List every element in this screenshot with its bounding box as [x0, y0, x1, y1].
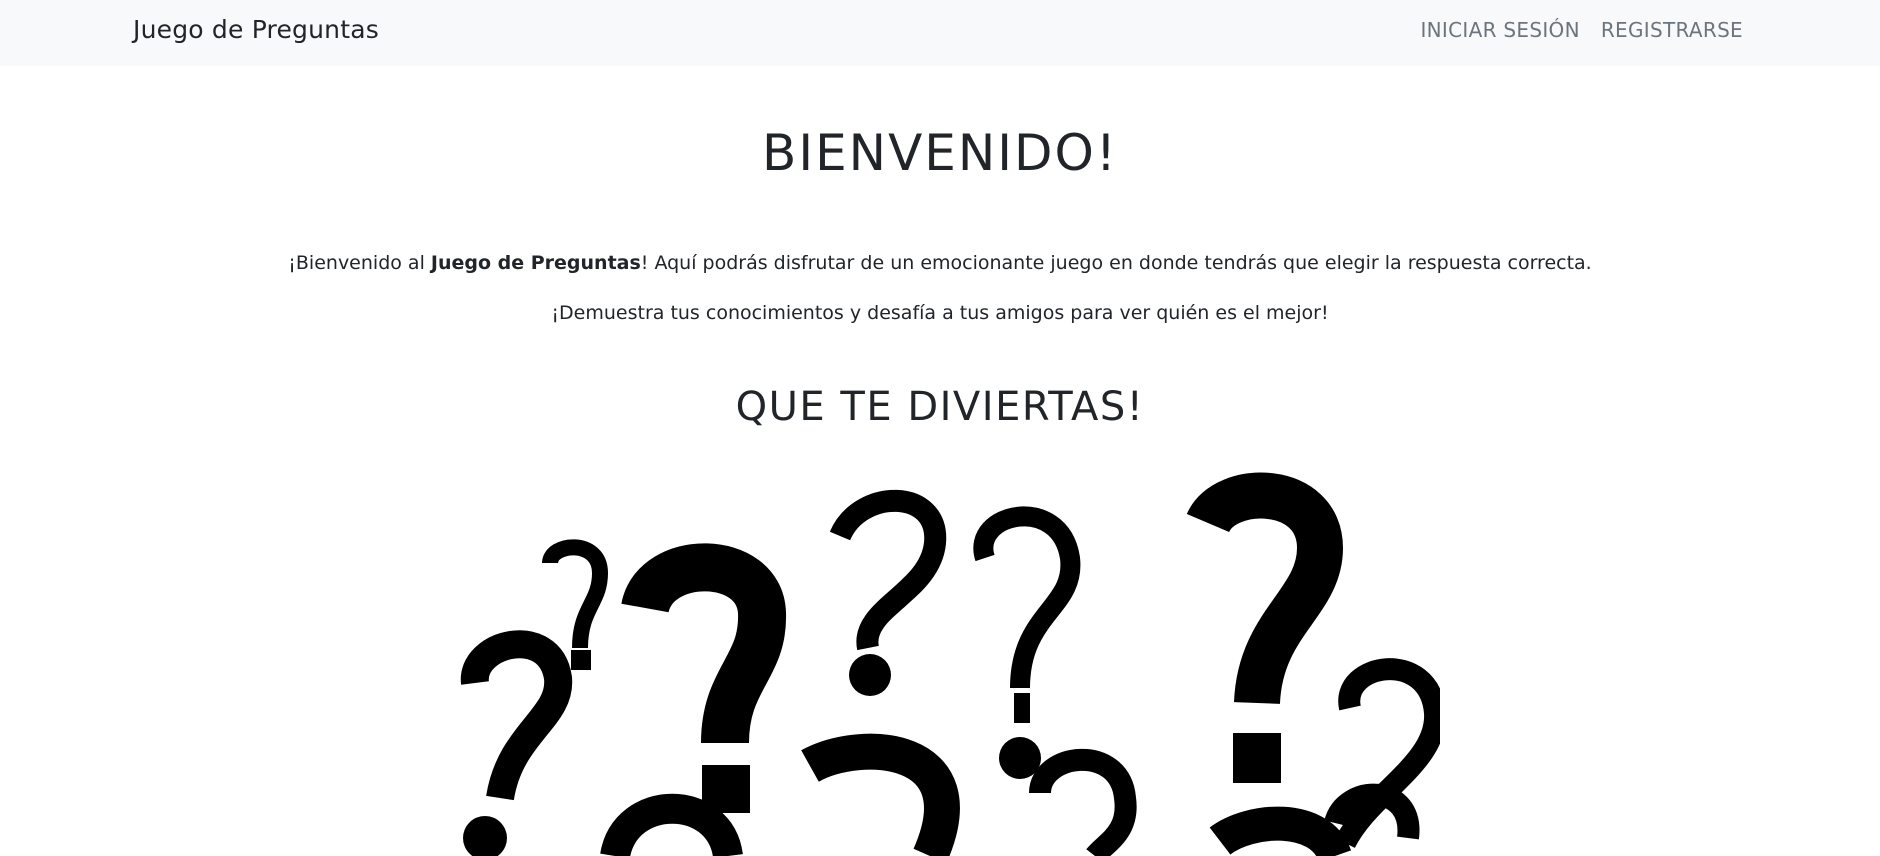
welcome-title: BIENVENIDO!	[762, 124, 1118, 182]
intro-bold-game-name: Juego de Preguntas	[430, 252, 641, 274]
question-marks-illustration-icon	[460, 472, 1440, 856]
intro-prefix: ¡Bienvenido al	[288, 252, 431, 274]
register-link[interactable]: REGISTRARSE	[1601, 18, 1743, 42]
login-link[interactable]: INICIAR SESIÓN	[1420, 18, 1579, 42]
fun-subtitle: QUE TE DIVIERTAS!	[735, 384, 1145, 430]
challenge-paragraph: ¡Demuestra tus conocimientos y desafía a…	[551, 302, 1329, 324]
intro-paragraph: ¡Bienvenido al Juego de Preguntas! Aquí …	[0, 248, 1880, 278]
brand-link[interactable]: Juego de Preguntas	[133, 15, 379, 44]
nav-links: INICIAR SESIÓN REGISTRARSE	[1420, 18, 1743, 42]
navbar: Juego de Preguntas INICIAR SESIÓN REGIST…	[0, 0, 1880, 66]
intro-suffix: ! Aquí podrás disfrutar de un emocionant…	[640, 252, 1592, 274]
question-marks-image	[440, 463, 1440, 856]
